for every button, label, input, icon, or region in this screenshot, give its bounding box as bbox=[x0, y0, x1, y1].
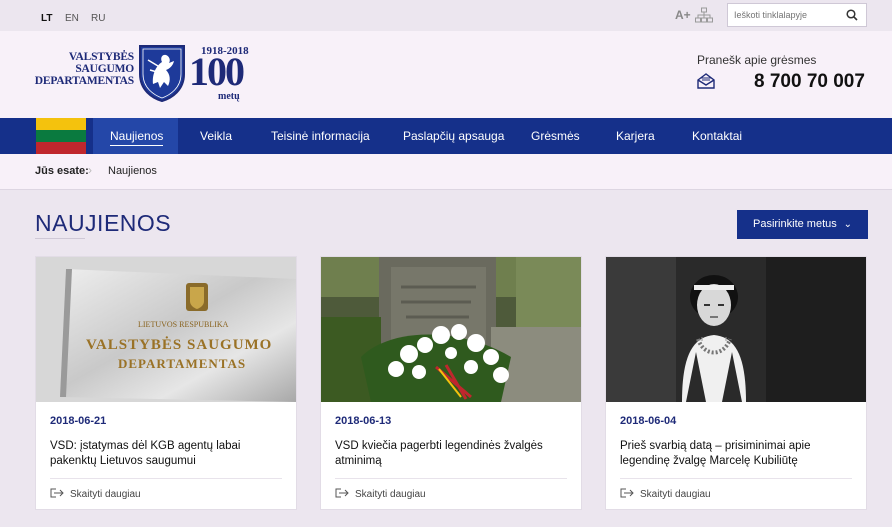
nav-item-karjera[interactable]: Karjera bbox=[616, 118, 655, 154]
text-size-icon[interactable]: A+ bbox=[675, 8, 691, 22]
logo-text[interactable]: VALSTYBĖS SAUGUMO DEPARTAMENTAS bbox=[32, 51, 134, 87]
news-date: 2018-06-21 bbox=[50, 415, 107, 427]
news-card[interactable]: 2018-06-04 Prieš svarbią datą – prisimin… bbox=[605, 256, 867, 510]
logo-line-2: SAUGUMO bbox=[75, 63, 134, 75]
arrow-right-icon bbox=[50, 488, 64, 498]
news-title[interactable]: Prieš svarbią datą – prisiminimai apie l… bbox=[620, 439, 856, 469]
logo-line-3: DEPARTAMENTAS bbox=[34, 75, 134, 87]
sign-line-3: DEPARTAMENTAS bbox=[118, 356, 246, 371]
read-more-label: Skaityti daugiau bbox=[355, 489, 426, 500]
logo-line-1: VALSTYBĖS bbox=[68, 51, 134, 63]
nav-item-kontaktai[interactable]: Kontaktai bbox=[692, 118, 742, 154]
select-year-label: Pasirinkite metus bbox=[753, 218, 837, 230]
search-box bbox=[727, 3, 867, 27]
read-more-label: Skaityti daugiau bbox=[70, 489, 141, 500]
sign-line-2: VALSTYBĖS SAUGUMO bbox=[86, 336, 272, 353]
search-icon[interactable] bbox=[846, 9, 858, 21]
arrow-right-icon bbox=[335, 488, 349, 498]
mail-icon[interactable] bbox=[697, 73, 715, 89]
nav-item-veikla[interactable]: Veikla bbox=[200, 118, 232, 154]
news-image-flowers[interactable] bbox=[321, 257, 581, 402]
breadcrumb: Jūs esate: › Naujienos bbox=[0, 154, 892, 190]
read-more-label: Skaityti daugiau bbox=[640, 489, 711, 500]
select-year-button[interactable]: Pasirinkite metus ⌄ bbox=[737, 210, 868, 239]
news-image-portrait[interactable] bbox=[606, 257, 866, 402]
search-input[interactable] bbox=[728, 4, 840, 26]
news-image-sign[interactable]: LIETUVOS RESPUBLIKA VALSTYBĖS SAUGUMO DE… bbox=[36, 257, 296, 402]
read-more-link[interactable]: Skaityti daugiau bbox=[620, 488, 711, 500]
news-card[interactable]: 2018-06-13 VSD kviečia pagerbti legendin… bbox=[320, 256, 582, 510]
news-date: 2018-06-04 bbox=[620, 415, 677, 427]
news-title[interactable]: VSD kviečia pagerbti legendinės žvalgės … bbox=[335, 439, 571, 469]
site-header: VALSTYBĖS SAUGUMO DEPARTAMENTAS 1918-201… bbox=[0, 31, 892, 118]
read-more-link[interactable]: Skaityti daugiau bbox=[50, 488, 141, 500]
lang-lt[interactable]: LT bbox=[41, 13, 52, 24]
nav-item-gresmes[interactable]: Grėsmės bbox=[531, 118, 580, 154]
nav-item-naujienos[interactable]: Naujienos bbox=[93, 118, 178, 154]
report-threats-label[interactable]: Pranešk apie grėsmes bbox=[697, 53, 816, 67]
main-nav: Naujienos Veikla Teisinė informacija Pas… bbox=[0, 118, 892, 154]
nav-item-paslapciu-apsauga[interactable]: Paslapčių apsauga bbox=[403, 118, 504, 154]
chevron-down-icon: ⌄ bbox=[843, 219, 852, 230]
news-title[interactable]: VSD: įstatymas dėl KGB agentų labai pake… bbox=[50, 439, 286, 469]
nav-label: Naujienos bbox=[110, 129, 164, 146]
breadcrumb-current[interactable]: Naujienos bbox=[108, 165, 157, 177]
news-card[interactable]: LIETUVOS RESPUBLIKA VALSTYBĖS SAUGUMO DE… bbox=[35, 256, 297, 510]
read-more-link[interactable]: Skaityti daugiau bbox=[335, 488, 426, 500]
nav-item-teisine-informacija[interactable]: Teisinė informacija bbox=[271, 118, 370, 154]
lang-en[interactable]: EN bbox=[65, 13, 79, 24]
page-title: NAUJIENOS bbox=[35, 210, 172, 236]
lang-ru[interactable]: RU bbox=[91, 13, 105, 24]
news-date: 2018-06-13 bbox=[335, 415, 392, 427]
anniversary-suffix: metų bbox=[218, 91, 240, 102]
card-divider bbox=[620, 478, 852, 479]
hotline-phone[interactable]: 8 700 70 007 bbox=[754, 71, 865, 93]
anniversary-number: 100 bbox=[189, 49, 245, 94]
arrow-right-icon bbox=[620, 488, 634, 498]
sign-line-1: LIETUVOS RESPUBLIKA bbox=[138, 320, 229, 329]
title-underline bbox=[35, 238, 85, 239]
top-bar: LT EN RU A+ bbox=[0, 0, 892, 31]
breadcrumb-label: Jūs esate: bbox=[35, 165, 89, 177]
card-divider bbox=[335, 478, 567, 479]
sitemap-icon[interactable] bbox=[695, 7, 713, 23]
lithuanian-flag-icon bbox=[36, 118, 86, 154]
card-divider bbox=[50, 478, 282, 479]
griffin-shield-icon[interactable] bbox=[138, 44, 186, 102]
breadcrumb-separator-icon: › bbox=[88, 163, 92, 177]
